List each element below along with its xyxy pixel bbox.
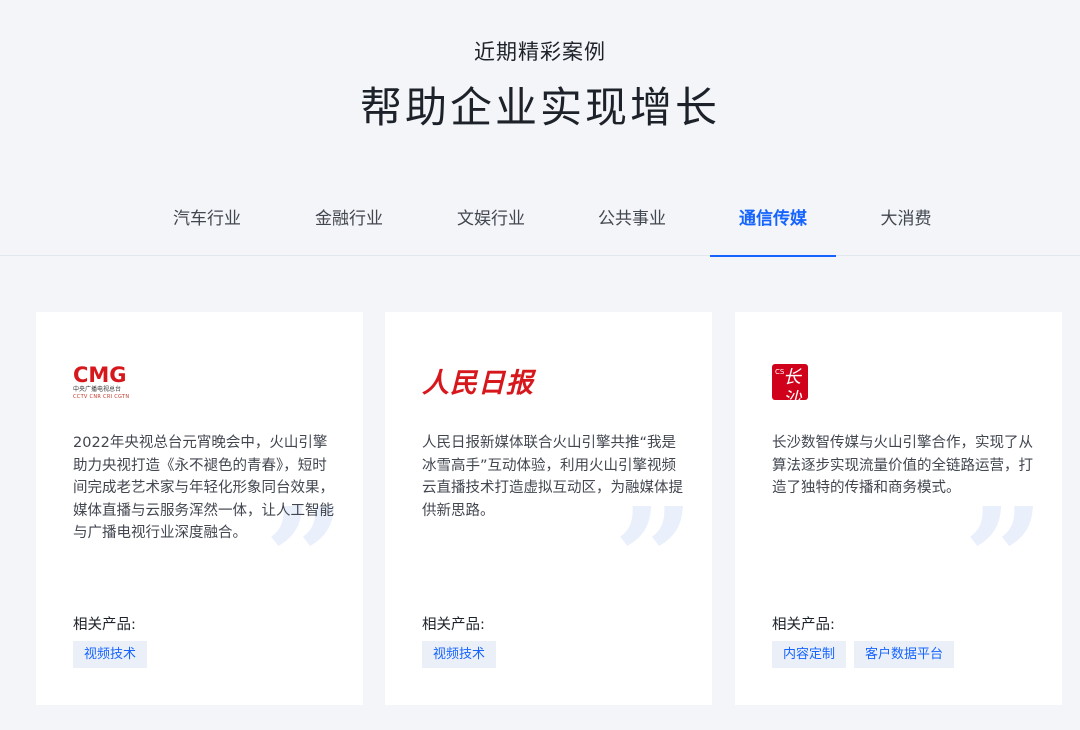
changsha-media-logo: CS 长沙 bbox=[772, 364, 808, 404]
section-subtitle: 近期精彩案例 bbox=[474, 40, 606, 64]
changsha-logo-text: 长沙 bbox=[783, 367, 801, 400]
case-description: 2022年央视总台元宵晚会中，火山引擎助力央视打造《永不褪色的青春》，短时间完成… bbox=[73, 435, 334, 541]
quote-mark-icon: ” bbox=[963, 478, 1043, 642]
tab-public-service[interactable]: 公共事业 bbox=[569, 190, 695, 256]
cases-section: 近期精彩案例 帮助企业实现增长 汽车行业 金融行业 文娱行业 公共事业 通信传媒… bbox=[0, 0, 1080, 730]
cmg-logo-channels: CCTV CNR CRI CGTN bbox=[73, 394, 130, 400]
tab-finance[interactable]: 金融行业 bbox=[286, 190, 412, 256]
cmg-logo: CMG 中央广播电视总台 CCTV CNR CRI CGTN bbox=[73, 364, 129, 404]
product-tags: 内容定制 客户数据平台 bbox=[772, 641, 955, 668]
case-card-cmg[interactable]: CMG 中央广播电视总台 CCTV CNR CRI CGTN ” 2022年央视… bbox=[36, 312, 363, 705]
product-tag[interactable]: 内容定制 bbox=[772, 641, 847, 668]
case-description: 人民日报新媒体联合火山引擎共推“我是冰雪高手”互动体验，利用火山引擎视频云直播技… bbox=[422, 435, 683, 519]
case-card-changsha-media[interactable]: CS 长沙 ” 长沙数智传媒与火山引擎合作，实现了从算法逐步实现流量价值的全链路… bbox=[735, 312, 1062, 705]
tab-consumer[interactable]: 大消费 bbox=[843, 190, 969, 256]
product-tag[interactable]: 客户数据平台 bbox=[854, 641, 955, 668]
case-card-peoples-daily[interactable]: 人民日报 ” 人民日报新媒体联合火山引擎共推“我是冰雪高手”互动体验，利用火山引… bbox=[385, 312, 712, 705]
product-tag[interactable]: 视频技术 bbox=[422, 641, 497, 668]
product-tags: 视频技术 bbox=[73, 641, 148, 668]
peoples-daily-logo: 人民日报 bbox=[422, 364, 534, 404]
related-products-label: 相关产品: bbox=[772, 617, 835, 633]
product-tag[interactable]: 视频技术 bbox=[73, 641, 148, 668]
tab-auto[interactable]: 汽车行业 bbox=[144, 190, 270, 256]
cmg-logo-subtext: 中央广播电视总台 bbox=[73, 386, 122, 393]
related-products-label: 相关产品: bbox=[422, 617, 485, 633]
product-tags: 视频技术 bbox=[422, 641, 497, 668]
related-products-label: 相关产品: bbox=[73, 617, 136, 633]
cmg-logo-text: CMG bbox=[73, 363, 127, 387]
case-description: 长沙数智传媒与火山引擎合作，实现了从算法逐步实现流量价值的全链路运营，打造了独特… bbox=[772, 435, 1033, 496]
industry-tabs: 汽车行业 金融行业 文娱行业 公共事业 通信传媒 大消费 bbox=[0, 190, 1080, 257]
tab-entertainment[interactable]: 文娱行业 bbox=[428, 190, 554, 256]
peoples-daily-logo-text: 人民日报 bbox=[422, 368, 534, 399]
section-title: 帮助企业实现增长 bbox=[359, 83, 720, 132]
tab-telecom-media[interactable]: 通信传媒 bbox=[710, 190, 836, 257]
